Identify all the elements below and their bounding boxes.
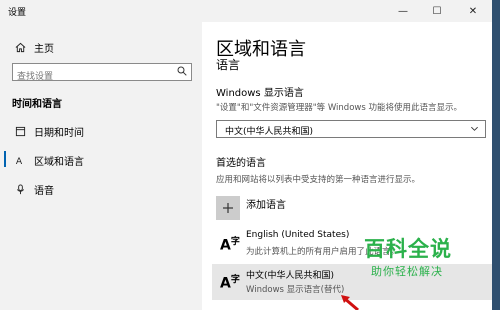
sidebar-item-region-language[interactable]: A 区域和语言 <box>12 153 84 168</box>
watermark-main: 百科全说 <box>364 237 452 261</box>
settings-window: 设置 — ☐ ✕ 主页 时间和语言 日期和时间 <box>0 0 492 310</box>
close-button[interactable]: ✕ <box>454 0 492 22</box>
home-icon <box>12 42 28 53</box>
window-controls: — ☐ ✕ <box>386 0 492 22</box>
red-arrow-annotation <box>341 295 359 310</box>
sidebar-section-title: 时间和语言 <box>12 99 62 110</box>
language-font-icon: A字 <box>220 237 240 254</box>
language-name: 中文(中华人民共和国) <box>246 271 335 281</box>
sidebar-item-speech[interactable]: 语音 <box>12 182 54 197</box>
watermark-logo: 百科全说 助你轻松解决 <box>338 233 488 285</box>
add-language-label[interactable]: 添加语言 <box>246 196 286 211</box>
sidebar-home-label: 主页 <box>34 44 54 55</box>
window-title: 设置 <box>8 8 27 18</box>
minimize-button[interactable]: — <box>386 0 420 22</box>
display-language-label: Windows 显示语言 <box>216 88 304 99</box>
svg-text:A: A <box>15 156 22 166</box>
maximize-button[interactable]: ☐ <box>420 0 454 22</box>
section-subtitle: 语言 <box>216 58 241 72</box>
sidebar-item-label: 区域和语言 <box>34 157 84 168</box>
watermark-sub: 助你轻松解决 <box>371 265 443 278</box>
search-box[interactable] <box>12 63 192 85</box>
sidebar-item-label: 语音 <box>34 186 54 197</box>
language-icon: A <box>12 155 28 166</box>
sidebar-item-date-time[interactable]: 日期和时间 <box>12 124 84 139</box>
preferred-languages-label: 首选的语言 <box>216 158 266 169</box>
sidebar: 主页 时间和语言 日期和时间 A 区域和语言 语音 <box>0 22 202 310</box>
search-input[interactable] <box>13 69 163 85</box>
add-language-button[interactable] <box>216 196 240 220</box>
language-status: Windows 显示语言(替代) <box>246 285 345 295</box>
microphone-icon <box>12 184 28 195</box>
language-font-icon: A字 <box>220 275 240 292</box>
desktop-edge <box>492 0 500 310</box>
preferred-languages-description: 应用和网站将以列表中受支持的第一种语言进行显示。 <box>216 175 421 185</box>
active-indicator <box>4 151 6 167</box>
display-language-description: "设置"和"文件资源管理器"等 Windows 功能将使用此语言显示。 <box>216 103 462 113</box>
language-name: English (United States) <box>246 230 350 240</box>
display-language-select[interactable]: 中文(中华人民共和国) <box>216 120 486 138</box>
display-language-value: 中文(中华人民共和国) <box>225 127 314 137</box>
title-bar[interactable]: 设置 — ☐ ✕ <box>0 0 492 22</box>
plus-icon <box>222 199 234 218</box>
chevron-down-icon <box>470 124 479 135</box>
sidebar-item-label: 日期和时间 <box>34 128 84 139</box>
sidebar-item-home[interactable]: 主页 <box>12 40 54 55</box>
search-icon[interactable] <box>177 66 187 79</box>
calendar-clock-icon <box>12 126 28 137</box>
